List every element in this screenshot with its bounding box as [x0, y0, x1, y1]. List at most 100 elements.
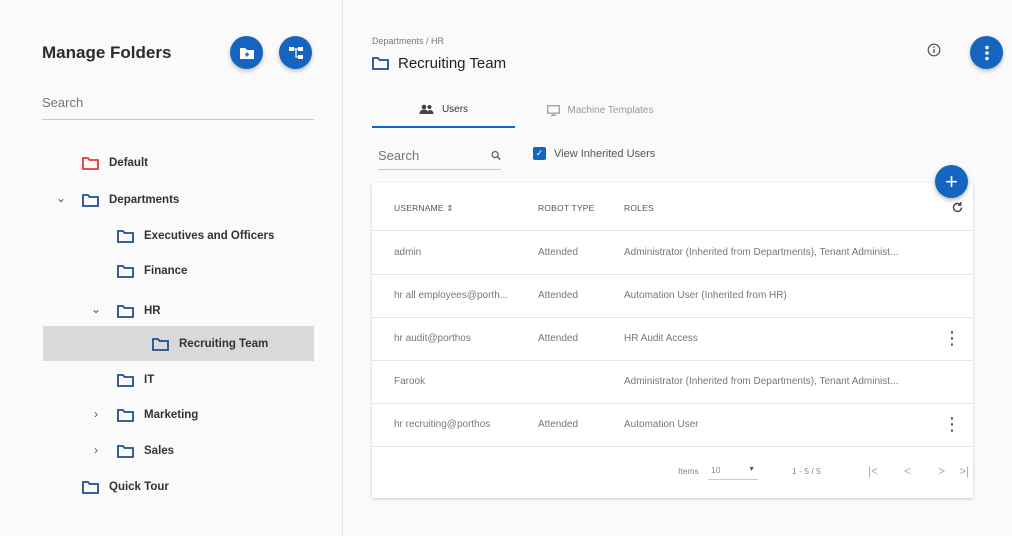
tree-item-label: Finance [144, 265, 188, 277]
tab-bar: Users Machine Templates [372, 92, 685, 128]
folder-icon [117, 408, 134, 422]
folder-icon [82, 156, 99, 170]
table-row[interactable]: hr audit@porthos Attended HR Audit Acces… [372, 318, 973, 361]
users-table-card: USERNAME ⇕ ROBOT TYPE ROLES admin Attend… [372, 183, 973, 498]
checkbox-label: View Inherited Users [554, 147, 656, 160]
checkbox-checked[interactable]: ✓ [533, 147, 546, 160]
breadcrumb[interactable]: Departments / HR [372, 36, 444, 46]
folders-sidebar: Manage Folders Default ⌄ Departments Exe… [0, 0, 343, 536]
expand-chevron-icon[interactable]: ⌄ [89, 302, 103, 316]
add-folder-button[interactable] [230, 36, 263, 69]
cell-username: admin [394, 247, 422, 258]
refresh-icon[interactable] [951, 201, 964, 214]
row-actions-kebab-icon[interactable]: ⋮ [943, 415, 961, 433]
collapse-chevron-icon[interactable]: › [89, 407, 103, 421]
users-search-field[interactable] [378, 142, 501, 170]
cell-robot-type: Attended [538, 419, 579, 430]
cell-robot-type: Attended [538, 247, 579, 258]
tree-item-executives[interactable]: Executives and Officers [117, 220, 274, 252]
table-row[interactable]: hr recruiting@porthos Attended Automatio… [372, 404, 973, 447]
items-per-page-label: Items [678, 466, 699, 476]
collapse-chevron-icon[interactable]: › [89, 443, 103, 457]
folder-icon [117, 373, 134, 387]
folder-hierarchy-button[interactable] [279, 36, 312, 69]
page-title-text: Recruiting Team [398, 55, 507, 72]
tree-item-label: Quick Tour [109, 481, 169, 493]
plus-icon: + [945, 168, 958, 194]
page-range: 1 - 5 / 5 [792, 466, 821, 476]
previous-page-icon[interactable]: < [904, 464, 911, 478]
dropdown-arrow-icon: ▼ [748, 466, 755, 473]
cell-robot-type: Attended [538, 333, 579, 344]
view-inherited-users-toggle[interactable]: ✓ View Inherited Users [533, 147, 655, 160]
tree-item-label: Recruiting Team [179, 338, 269, 350]
sidebar-title: Manage Folders [42, 43, 172, 62]
tree-item-label: Sales [144, 445, 175, 457]
expand-chevron-icon[interactable]: ⌄ [54, 191, 68, 205]
info-button[interactable] [927, 43, 945, 61]
more-actions-button[interactable] [970, 36, 1003, 69]
folder-icon [372, 57, 389, 70]
tree-item-sales[interactable]: Sales [117, 435, 174, 467]
folder-detail-panel: Departments / HR Recruiting Team Users M… [344, 0, 1012, 536]
table-row[interactable]: admin Attended Administrator (Inherited … [372, 232, 973, 275]
tree-item-label: HR [144, 305, 161, 317]
first-page-icon[interactable]: |< [868, 464, 878, 478]
cell-username: Farook [394, 376, 426, 387]
search-icon[interactable] [491, 150, 501, 161]
folder-search-input[interactable] [42, 95, 314, 110]
row-actions-kebab-icon[interactable]: ⋮ [943, 329, 961, 347]
cell-roles: Automation User [624, 419, 699, 430]
cell-roles: HR Audit Access [624, 333, 698, 344]
tree-item-hr[interactable]: HR [117, 295, 161, 327]
tree-item-default[interactable]: Default [82, 147, 148, 179]
info-icon [927, 43, 941, 57]
tree-item-label: Marketing [144, 409, 199, 421]
folder-icon [117, 444, 134, 458]
cell-username: hr recruiting@porthos [394, 419, 491, 430]
tab-machine-templates[interactable]: Machine Templates [515, 92, 685, 128]
folder-icon [152, 337, 169, 351]
users-icon [419, 104, 434, 114]
cell-roles: Administrator (Inherited from Department… [624, 376, 899, 387]
tree-item-departments[interactable]: Departments [82, 184, 179, 216]
users-search-input[interactable] [378, 148, 491, 163]
tab-users[interactable]: Users [372, 92, 515, 128]
folder-icon [117, 304, 134, 318]
page-title: Recruiting Team [372, 55, 506, 72]
tree-item-marketing[interactable]: Marketing [117, 399, 198, 431]
tree-item-finance[interactable]: Finance [117, 255, 187, 287]
cell-username: hr audit@porthos [394, 333, 471, 344]
tree-item-recruiting-team[interactable]: Recruiting Team [152, 328, 268, 360]
tree-item-label: Executives and Officers [144, 230, 275, 242]
tree-item-label: Departments [109, 194, 180, 206]
table-row[interactable]: Farook Administrator (Inherited from Dep… [372, 361, 973, 404]
folder-icon [117, 229, 134, 243]
last-page-icon[interactable]: >| [959, 464, 969, 478]
tree-item-quick-tour[interactable]: Quick Tour [82, 471, 169, 503]
paginator: Items 10 ▼ 1 - 5 / 5 |< < > >| [372, 446, 973, 494]
cell-roles: Automation User (Inherited from HR) [624, 290, 787, 301]
table-row[interactable]: hr all employees@porth... Attended Autom… [372, 275, 973, 318]
folder-icon [117, 264, 134, 278]
page-size-value: 10 [711, 464, 721, 475]
tab-label: Machine Templates [567, 104, 654, 116]
hierarchy-icon [288, 46, 303, 59]
add-folder-icon [239, 47, 254, 59]
column-header-username[interactable]: USERNAME ⇕ [394, 203, 454, 214]
add-user-button[interactable]: + [935, 165, 968, 198]
next-page-icon[interactable]: > [938, 464, 945, 478]
folder-icon [82, 193, 99, 207]
table-header: USERNAME ⇕ ROBOT TYPE ROLES [372, 183, 973, 231]
cell-robot-type: Attended [538, 290, 579, 301]
tree-item-label: IT [144, 374, 155, 386]
tree-item-label: Default [109, 157, 148, 169]
page-size-select[interactable]: 10 ▼ [708, 460, 758, 480]
column-header-roles[interactable]: ROLES [624, 203, 654, 213]
tree-item-it[interactable]: IT [117, 364, 154, 396]
kebab-menu-icon [984, 45, 989, 60]
cell-roles: Administrator (Inherited from Department… [624, 247, 899, 258]
folder-search-field[interactable] [42, 94, 314, 120]
cell-username: hr all employees@porth... [394, 290, 509, 301]
column-header-robot-type[interactable]: ROBOT TYPE [538, 203, 594, 213]
